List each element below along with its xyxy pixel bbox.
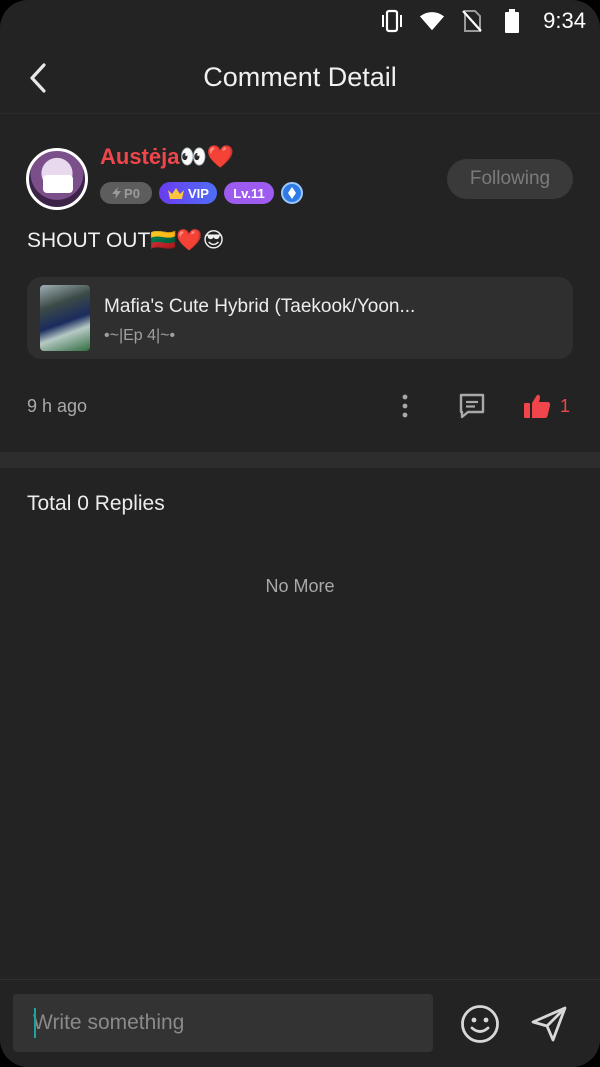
points-badge: P0 xyxy=(100,182,152,204)
status-bar: 9:34 xyxy=(0,0,600,42)
section-divider xyxy=(0,452,600,468)
like-button[interactable]: 1 xyxy=(523,390,570,422)
crown-icon xyxy=(168,187,185,199)
reply-composer xyxy=(0,979,600,1067)
send-icon xyxy=(531,1006,567,1042)
smiley-icon xyxy=(461,1005,499,1043)
story-episode: •~|Ep 4|~• xyxy=(104,327,176,344)
timestamp: 9 h ago xyxy=(27,396,88,416)
lightning-icon xyxy=(112,187,122,199)
level-badge: Lv.11 xyxy=(224,182,274,204)
emoji-button[interactable] xyxy=(458,1002,502,1046)
comment-icon xyxy=(459,393,485,419)
wifi-icon xyxy=(419,8,445,34)
empty-state-text: No More xyxy=(265,576,335,596)
replies-count-heading: Total 0 Replies xyxy=(27,492,165,515)
comment-actions: 9 h ago 1 xyxy=(27,386,573,426)
more-options-button[interactable] xyxy=(391,392,419,420)
text-caret xyxy=(34,1008,36,1038)
vip-badge: VIP xyxy=(159,182,217,204)
reply-button[interactable] xyxy=(455,389,489,423)
story-cover-image xyxy=(40,285,90,351)
chevron-left-icon xyxy=(30,63,46,93)
send-button[interactable] xyxy=(527,1002,571,1046)
more-vertical-icon xyxy=(402,394,408,418)
no-sim-icon xyxy=(459,8,485,34)
comment-text: SHOUT OUT🇱🇹❤️😎 xyxy=(27,229,225,252)
page-title: Comment Detail xyxy=(203,62,397,92)
header: Comment Detail xyxy=(0,42,600,114)
battery-icon xyxy=(499,8,525,34)
screen: 9:34 Comment Detail Austėja👀❤️ P0 VIP Lv… xyxy=(0,0,600,1067)
badge-row: P0 VIP Lv.11 xyxy=(100,182,303,204)
username[interactable]: Austėja👀❤️ xyxy=(100,144,234,170)
back-button[interactable] xyxy=(20,58,56,98)
following-button[interactable]: Following xyxy=(447,159,573,199)
like-count: 1 xyxy=(560,395,571,416)
points-value: P0 xyxy=(124,185,140,201)
thumbs-up-icon xyxy=(524,394,551,418)
vip-label: VIP xyxy=(188,185,209,201)
avatar[interactable] xyxy=(26,148,88,210)
reply-input[interactable] xyxy=(13,994,433,1052)
diamond-icon xyxy=(281,182,303,204)
avatar-image xyxy=(43,175,73,193)
story-title: Mafia's Cute Hybrid (Taekook/Yoon... xyxy=(104,296,416,317)
vibrate-icon xyxy=(379,8,405,34)
status-time: 9:34 xyxy=(543,8,586,33)
story-card[interactable]: Mafia's Cute Hybrid (Taekook/Yoon... •~|… xyxy=(27,277,573,359)
comment-card: Austėja👀❤️ P0 VIP Lv.11 Following SHOUT … xyxy=(0,114,600,452)
